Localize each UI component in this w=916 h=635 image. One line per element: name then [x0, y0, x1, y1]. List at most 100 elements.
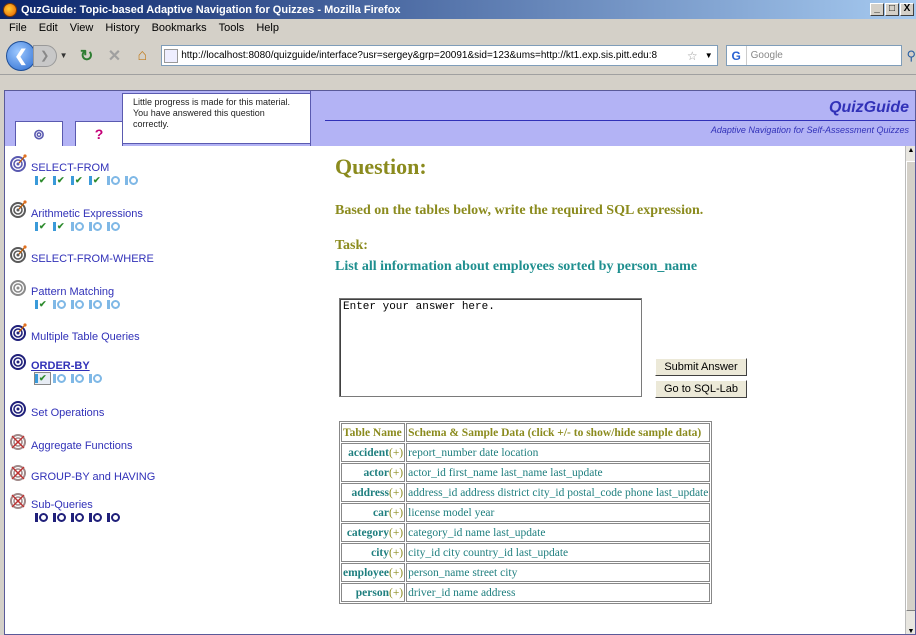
menu-help[interactable]: Help: [250, 22, 285, 34]
question-link-icon[interactable]: [107, 221, 122, 232]
topic-label[interactable]: Set Operations: [31, 407, 104, 419]
table-name-cell[interactable]: car(+): [341, 503, 406, 522]
question-instruction: Based on the tables below, write the req…: [335, 203, 704, 218]
table-name: category: [346, 526, 389, 539]
search-icon[interactable]: ⚲: [906, 48, 916, 64]
question-link-icon[interactable]: [107, 512, 122, 523]
expand-toggle[interactable]: (+): [389, 487, 403, 499]
topic-label[interactable]: Sub-Queries: [31, 499, 93, 511]
scroll-thumb[interactable]: [906, 161, 915, 611]
help-tab-icon: ?: [94, 126, 104, 142]
question-link-icon[interactable]: ✔: [35, 175, 50, 186]
vertical-scrollbar[interactable]: ▲ ▼: [905, 146, 915, 634]
table-name: address: [351, 486, 389, 499]
schema-columns-cell: report_number date location: [406, 443, 711, 462]
menu-history[interactable]: History: [99, 22, 145, 34]
expand-toggle[interactable]: (+): [389, 447, 403, 459]
google-engine-icon[interactable]: G: [727, 46, 747, 65]
question-link-icon[interactable]: [107, 299, 122, 310]
answer-textarea[interactable]: Enter your answer here.: [339, 298, 642, 397]
table-name: city: [371, 546, 389, 559]
search-box[interactable]: G Google: [725, 45, 903, 66]
minimize-button[interactable]: _: [870, 3, 884, 16]
close-button[interactable]: X: [900, 3, 914, 16]
question-link-icon[interactable]: [89, 512, 104, 523]
menu-edit[interactable]: Edit: [33, 22, 64, 34]
topic-label[interactable]: Pattern Matching: [31, 286, 114, 298]
header-banner: QuizGuide Adaptive Navigation for Self-A…: [311, 91, 915, 146]
topic-label[interactable]: SELECT-FROM-WHERE: [31, 253, 154, 265]
home-icon[interactable]: ⌂: [131, 45, 153, 67]
expand-toggle[interactable]: (+): [389, 467, 403, 479]
expand-toggle[interactable]: (+): [389, 507, 403, 519]
menu-tools[interactable]: Tools: [213, 22, 251, 34]
question-link-icon[interactable]: [125, 175, 140, 186]
question-link-icon[interactable]: [71, 299, 86, 310]
topic-label[interactable]: SELECT-FROM: [31, 162, 109, 174]
question-link-icon[interactable]: [71, 221, 86, 232]
table-name-cell[interactable]: actor(+): [341, 463, 406, 482]
expand-toggle[interactable]: (+): [389, 567, 403, 579]
maximize-button[interactable]: □: [885, 3, 899, 16]
topic-label[interactable]: Aggregate Functions: [31, 440, 133, 452]
bookmark-star-icon[interactable]: ☆: [684, 49, 701, 63]
expand-toggle[interactable]: (+): [389, 587, 403, 599]
question-link-icon[interactable]: ✔: [53, 221, 68, 232]
table-name: actor: [363, 466, 389, 479]
scroll-down-icon[interactable]: ▼: [907, 628, 915, 634]
question-link-icon[interactable]: [107, 175, 122, 186]
url-bar[interactable]: http://localhost:8080/quizguide/interfac…: [161, 45, 718, 66]
question-link-icon[interactable]: [71, 512, 86, 523]
table-name-cell[interactable]: category(+): [341, 523, 406, 542]
url-text[interactable]: http://localhost:8080/quizguide/interfac…: [181, 50, 684, 61]
question-link-icon[interactable]: ✔: [89, 175, 104, 186]
table-name-cell[interactable]: employee(+): [341, 563, 406, 582]
question-link-icon[interactable]: ✔: [35, 221, 50, 232]
topic-label[interactable]: GROUP-BY and HAVING: [31, 471, 155, 483]
table-name-cell[interactable]: person(+): [341, 583, 406, 602]
question-link-icon[interactable]: [53, 299, 68, 310]
sql-lab-button[interactable]: Go to SQL-Lab: [655, 380, 747, 398]
schema-row: person(+) driver_id name address: [341, 583, 711, 602]
menu-bar: File Edit View History Bookmarks Tools H…: [0, 19, 916, 37]
window-titlebar: QuzGuide: Topic-based Adaptive Navigatio…: [0, 0, 916, 19]
tab-topics[interactable]: ⊚: [15, 121, 63, 146]
header-divider: [325, 120, 915, 121]
topic-label[interactable]: Multiple Table Queries: [31, 331, 140, 343]
topic-label[interactable]: ORDER-BY: [31, 360, 90, 372]
question-link-icon[interactable]: ✔: [53, 175, 68, 186]
submit-answer-button[interactable]: Submit Answer: [655, 358, 747, 376]
question-link-icon[interactable]: [89, 221, 104, 232]
table-name-cell[interactable]: city(+): [341, 543, 406, 562]
menu-file[interactable]: File: [3, 22, 33, 34]
question-link-icon[interactable]: ✔: [35, 299, 50, 310]
question-link-icon[interactable]: ✔: [34, 372, 51, 385]
search-placeholder[interactable]: Google: [751, 50, 902, 61]
expand-toggle[interactable]: (+): [389, 547, 403, 559]
history-dropdown-icon[interactable]: ▼: [60, 51, 70, 60]
reload-icon[interactable]: ↻: [76, 45, 98, 67]
question-link-icon[interactable]: [71, 373, 86, 384]
url-dropdown-icon[interactable]: ▼: [701, 51, 717, 60]
table-name: accident: [348, 446, 389, 459]
table-name-cell[interactable]: accident(+): [341, 443, 406, 462]
question-link-icon[interactable]: [53, 512, 68, 523]
tab-help[interactable]: ?: [75, 121, 123, 146]
table-name: car: [373, 506, 389, 519]
forward-button[interactable]: ❯: [32, 44, 57, 67]
question-link-icon[interactable]: [35, 512, 50, 523]
question-link-icon[interactable]: [89, 299, 104, 310]
scroll-up-icon[interactable]: ▲: [907, 147, 915, 154]
question-link-icon[interactable]: [53, 373, 68, 384]
stop-icon[interactable]: ✕: [103, 45, 125, 67]
question-link-icon[interactable]: ✔: [71, 175, 86, 186]
table-name-cell[interactable]: address(+): [341, 483, 406, 502]
back-button[interactable]: ❮: [6, 40, 36, 71]
expand-toggle[interactable]: (+): [389, 527, 403, 539]
topic-label[interactable]: Arithmetic Expressions: [31, 208, 143, 220]
question-indicators: ✔ ✔ ✔ ✔: [35, 175, 140, 186]
menu-bookmarks[interactable]: Bookmarks: [146, 22, 213, 34]
schema-columns-cell: category_id name last_update: [406, 523, 711, 542]
menu-view[interactable]: View: [64, 22, 100, 34]
question-link-icon[interactable]: [89, 373, 104, 384]
